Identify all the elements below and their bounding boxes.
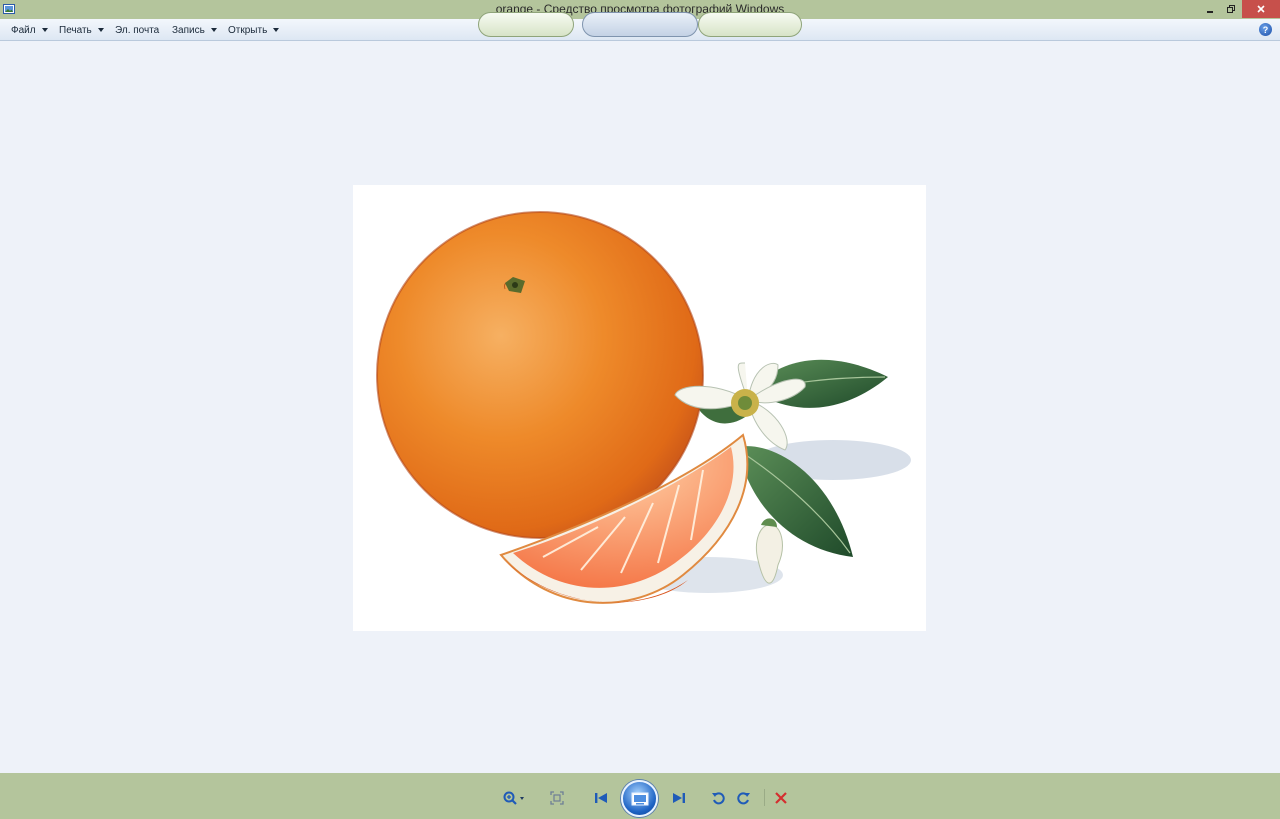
restore-icon [1227, 5, 1235, 13]
rotate-counterclockwise-button[interactable] [707, 785, 729, 811]
help-icon: ? [1262, 24, 1269, 35]
rotate-counterclockwise-icon [712, 792, 725, 805]
close-icon [1257, 5, 1265, 13]
close-button[interactable] [1242, 0, 1280, 18]
zoom-group [478, 12, 574, 37]
toolbar-separator [764, 789, 765, 806]
help-button[interactable]: ? [1259, 23, 1272, 36]
menu-print[interactable]: Печать [59, 23, 104, 37]
previous-icon [595, 793, 607, 803]
next-button[interactable] [666, 785, 692, 811]
menu-burn-label: Запись [172, 24, 205, 36]
previous-button[interactable] [588, 785, 614, 811]
chevron-down-icon [41, 28, 48, 32]
chevron-down-icon [273, 28, 280, 32]
menu-open-label: Открыть [228, 24, 268, 36]
slideshow-button[interactable] [621, 780, 658, 817]
minimize-icon [1207, 11, 1213, 13]
menu-open[interactable]: Открыть [228, 23, 280, 37]
restore-button[interactable] [1221, 0, 1241, 18]
slideshow-icon [631, 792, 648, 805]
delete-icon [775, 792, 787, 804]
delete-button[interactable] [770, 785, 792, 811]
edit-group [698, 12, 802, 37]
navigation-group [582, 12, 698, 37]
menu-file[interactable]: Файл [11, 23, 48, 37]
zoom-button[interactable] [500, 785, 528, 811]
orange-illustration [376, 211, 911, 604]
rotate-clockwise-button[interactable] [733, 785, 755, 811]
minimize-button[interactable] [1200, 0, 1220, 18]
menu-email-label: Эл. почта [115, 24, 160, 36]
menu-file-label: Файл [11, 24, 36, 36]
menu-burn[interactable]: Запись [172, 23, 217, 37]
menu-print-label: Печать [59, 24, 92, 36]
chevron-down-icon [97, 28, 104, 32]
actual-size-icon [550, 791, 564, 805]
next-icon [673, 793, 685, 803]
displayed-photo [353, 185, 926, 631]
zoom-icon [503, 791, 524, 805]
actual-size-button[interactable] [546, 785, 568, 811]
menu-email[interactable]: Эл. почта [115, 23, 159, 37]
chevron-down-icon [210, 28, 217, 32]
rotate-clockwise-icon [737, 792, 750, 805]
